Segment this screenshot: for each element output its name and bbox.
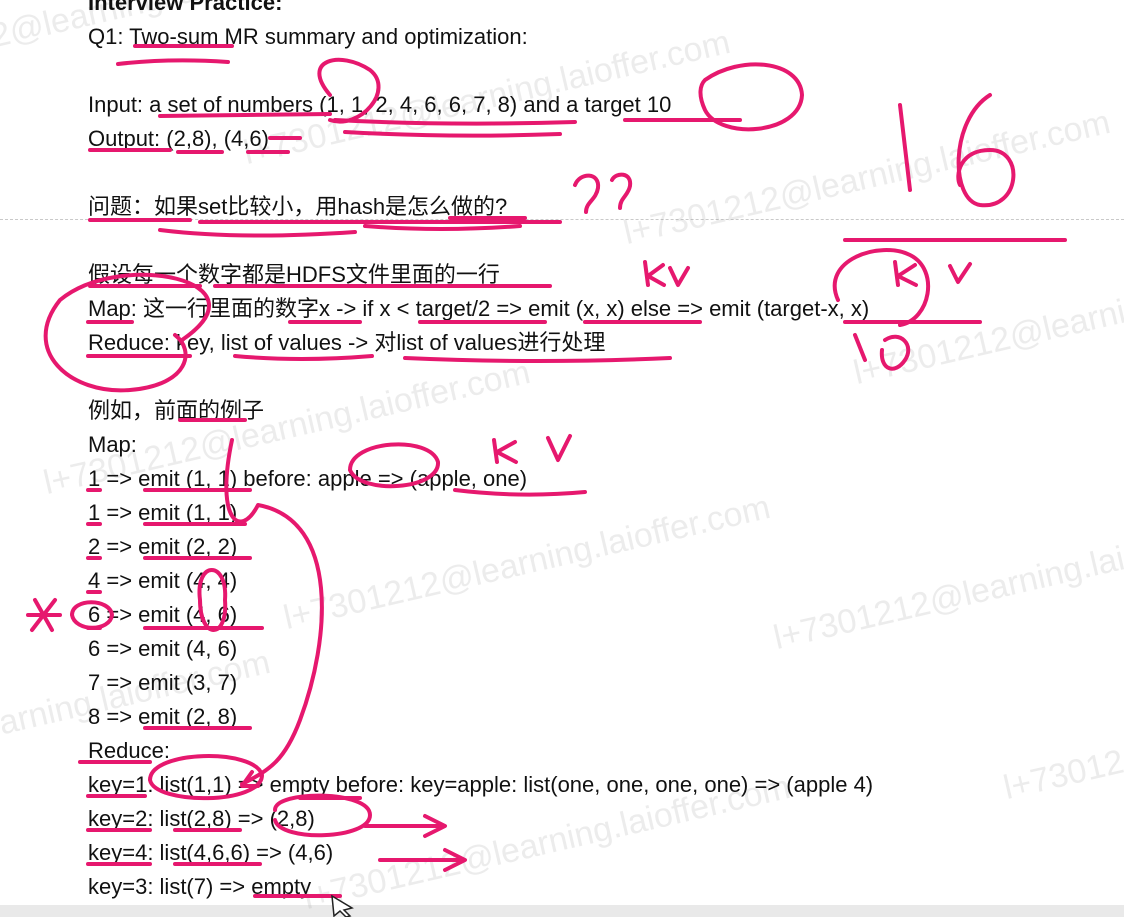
page-bottom-edge bbox=[0, 905, 1124, 917]
watermark: l+7301212@learning.laioffer.com bbox=[770, 507, 1124, 658]
map-label: Map: bbox=[88, 432, 137, 457]
map-emit-line: 1 => emit (1, 1) bbox=[88, 500, 238, 525]
map-emit-line: 4 => emit (4, 4) bbox=[88, 568, 238, 593]
question-title: Q1: Two-sum MR summary and optimization: bbox=[88, 24, 528, 49]
map-emit-line: 6 => emit (4, 6) bbox=[88, 636, 238, 661]
reduce-result-line: key=2: list(2,8) => (2,8) bbox=[88, 806, 315, 831]
watermark: l+7301212@learning.laioffer.com bbox=[280, 487, 774, 638]
assumption-line: 假设每一个数字都是HDFS文件里面的一行 bbox=[88, 262, 500, 287]
doc-heading: Interview Practice: bbox=[88, 0, 283, 15]
output-line: Output: (2,8), (4,6) bbox=[88, 126, 269, 151]
document-page: l+7301212@learning.laioffer.com l+730121… bbox=[0, 0, 1124, 917]
watermark: l+7301212@learning.laioffer.com bbox=[1000, 657, 1124, 808]
input-line: Input: a set of numbers (1, 1, 2, 4, 6, … bbox=[88, 92, 672, 117]
reduce-rule-line: Reduce: key, list of values -> 对list of … bbox=[88, 330, 606, 355]
watermark: l+7301212@learning.laioffer.com bbox=[620, 102, 1114, 253]
reduce-result-line: key=1: list(1,1) => empty before: key=ap… bbox=[88, 772, 874, 797]
map-rule-line: Map: 这一行里面的数字x -> if x < target/2 => emi… bbox=[88, 296, 870, 321]
map-emit-line: 1 => emit (1, 1) before: apple => (apple… bbox=[88, 466, 528, 491]
example-intro-line: 例如，前面的例子 bbox=[88, 398, 265, 423]
map-emit-line: 8 => emit (2, 8) bbox=[88, 704, 238, 729]
pen-cursor-icon bbox=[331, 894, 354, 917]
reduce-label: Reduce: bbox=[88, 738, 170, 763]
map-emit-line: 7 => emit (3, 7) bbox=[88, 670, 238, 695]
reduce-result-line: key=4: list(4,6,6) => (4,6) bbox=[88, 840, 334, 865]
question-line: 问题：如果set比较小，用hash是怎么做的? bbox=[88, 194, 508, 219]
map-emit-line: 6 => emit (4, 6) bbox=[88, 602, 238, 627]
watermark: l+7301212@learning.laioffer.com bbox=[850, 242, 1124, 393]
reduce-result-line: key=3: list(7) => empty bbox=[88, 874, 312, 899]
map-emit-line: 2 => emit (2, 2) bbox=[88, 534, 238, 559]
